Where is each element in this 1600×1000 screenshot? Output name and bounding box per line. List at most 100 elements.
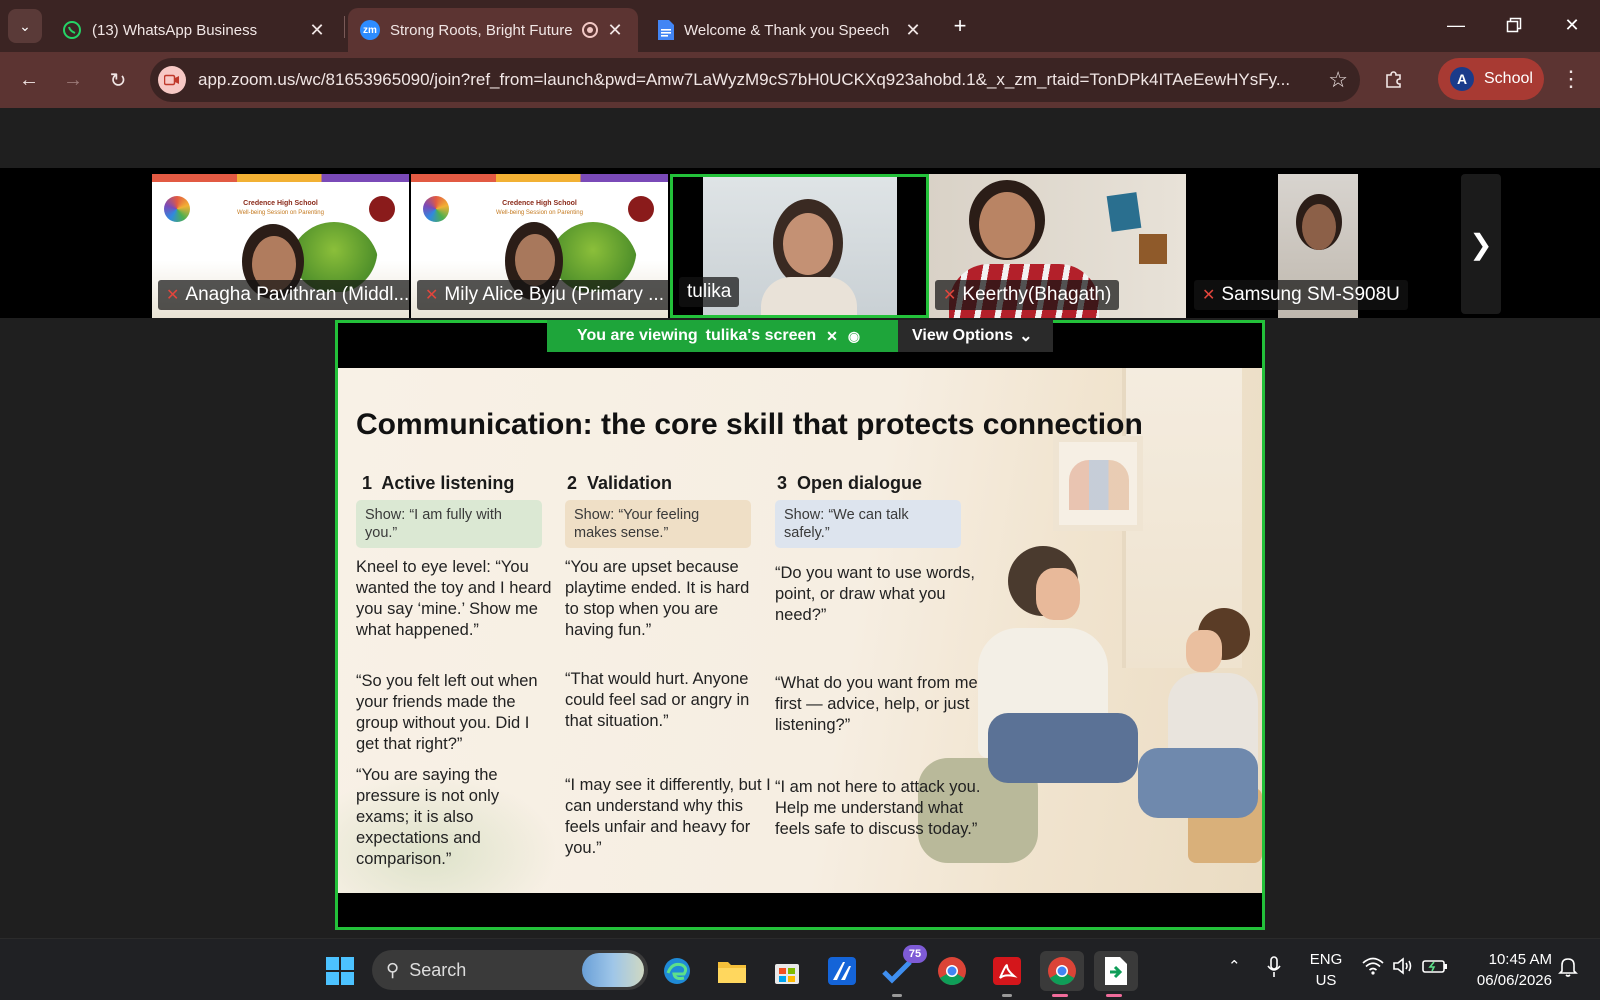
todo-app[interactable]: 75	[877, 945, 927, 997]
minimize-button[interactable]: —	[1436, 10, 1476, 40]
arrow-right-icon: →	[63, 68, 83, 91]
autodesk-app[interactable]	[822, 951, 862, 991]
system-clock[interactable]: 10:45 AM 06/06/2026	[1456, 949, 1552, 991]
reload-button[interactable]: ↻	[102, 64, 134, 96]
language-line1: ENG	[1309, 951, 1343, 968]
back-button[interactable]: ←	[13, 64, 45, 96]
tab-title: Strong Roots, Bright Future	[390, 21, 573, 39]
show-callout: Show: “We can talk safely.”	[775, 500, 961, 548]
close-icon[interactable]: ✕	[306, 20, 328, 41]
pdf-icon	[993, 957, 1021, 985]
parent-face	[1036, 568, 1080, 620]
bookmark-star-icon[interactable]: ☆	[1328, 67, 1348, 93]
participant-name-label: ✕ Samsung SM-S908U	[1194, 280, 1408, 310]
chrome-icon	[1048, 957, 1076, 985]
example-quote: “I am not here to attack you. Help me un…	[775, 778, 981, 838]
close-window-button[interactable]: ✕	[1552, 10, 1592, 40]
search-highlight-image	[582, 953, 644, 987]
viewing-prefix: You are viewing	[577, 327, 698, 344]
mic-muted-icon: ✕	[166, 287, 180, 304]
acrobat-app[interactable]	[987, 951, 1027, 997]
plus-icon: +	[953, 13, 967, 38]
participant-name: tulika	[687, 281, 732, 302]
column-title: Open dialogue	[797, 473, 923, 493]
participant-name: Keerthy(Bhagath)	[962, 284, 1112, 305]
chrome-app[interactable]	[932, 951, 972, 991]
sheets-shortcut-app[interactable]	[1094, 951, 1138, 997]
column-number: 2	[567, 473, 578, 493]
restore-button[interactable]	[1494, 10, 1534, 40]
next-page-button[interactable]: ❯	[1461, 174, 1501, 314]
tab-whatsapp[interactable]: (13) WhatsApp Business ✕	[50, 8, 340, 52]
wifi-icon[interactable]	[1362, 957, 1384, 979]
example-quote: Kneel to eye level: “You wanted the toy …	[356, 558, 552, 639]
new-tab-button[interactable]: +	[946, 12, 974, 40]
camera-permission-icon[interactable]	[158, 66, 186, 94]
chevron-right-icon: ❯	[1469, 228, 1493, 260]
profile-button[interactable]: A School	[1438, 58, 1544, 100]
address-bar[interactable]: app.zoom.us/wc/81653965090/join?ref_from…	[150, 58, 1360, 102]
search-label: Search	[409, 959, 467, 980]
mic-muted-icon: ✕	[425, 287, 439, 304]
microsoft-store-app[interactable]	[767, 951, 807, 991]
wall-picture	[1139, 234, 1167, 264]
close-icon[interactable]: ✕	[604, 20, 626, 41]
thumb-subtitle: Well-being Session on Parenting	[237, 210, 324, 216]
reload-icon: ↻	[109, 69, 127, 92]
participant-face	[979, 192, 1035, 258]
view-options-label: View Options	[912, 327, 1014, 344]
more-vertical-icon: ⋮	[1560, 66, 1582, 91]
windows-icon	[326, 957, 354, 985]
chevron-down-icon: ⌄	[1019, 328, 1033, 345]
windows-taskbar: ⚲ Search 75 ⌃ ENG US 10:45 AM 06/06/2026	[0, 938, 1600, 1000]
notifications-button[interactable]	[1558, 956, 1578, 982]
tab-zoom-meeting[interactable]: zm Strong Roots, Bright Future ✕	[348, 8, 638, 52]
participant-tile[interactable]: ✕ Keerthy(Bhagath)	[929, 174, 1186, 318]
battery-icon[interactable]	[1422, 958, 1448, 978]
chevron-down-icon: ⌄	[19, 17, 31, 34]
column-number: 3	[777, 473, 788, 493]
column-heading: 3 Open dialogue	[775, 473, 975, 494]
thumb-subtitle: Well-being Session on Parenting	[496, 210, 583, 216]
tab-google-docs[interactable]: Welcome & Thank you Speech ✕	[646, 8, 936, 52]
view-options-button[interactable]: View Options ⌄	[898, 320, 1053, 352]
search-icon: ⚲	[386, 959, 400, 980]
extensions-button[interactable]	[1378, 63, 1410, 95]
microphone-icon[interactable]	[1266, 955, 1282, 983]
participant-name-label: ✕ Anagha Pavithran (Middl...	[158, 280, 409, 310]
wall-picture	[1106, 192, 1142, 232]
file-explorer-app[interactable]	[712, 951, 752, 991]
start-button[interactable]	[320, 951, 360, 991]
parent-legs	[988, 713, 1138, 783]
language-indicator[interactable]: ENG US	[1306, 949, 1346, 991]
recording-icon	[582, 22, 598, 38]
tab-search-button[interactable]: ⌄	[8, 9, 42, 43]
app-icon	[828, 957, 856, 985]
chrome-profile-app[interactable]	[1040, 951, 1084, 997]
avatar: A	[1450, 67, 1474, 91]
participant-tile[interactable]: Credence High School Well-being Session …	[411, 174, 668, 318]
participant-name: Mily Alice Byju (Primary ...	[444, 284, 664, 305]
participant-strip: Credence High School Well-being Session …	[0, 168, 1600, 318]
participant-tile[interactable]: Credence High School Well-being Session …	[152, 174, 409, 318]
participant-face	[515, 234, 555, 286]
forward-button[interactable]: →	[57, 64, 89, 96]
close-icon[interactable]: ✕	[902, 20, 924, 41]
child-face	[1186, 630, 1222, 672]
taskbar-search[interactable]: ⚲ Search	[372, 950, 648, 990]
example-quote: “What do you want from me first — advice…	[775, 674, 978, 734]
show-hidden-icons-button[interactable]: ⌃	[1228, 957, 1241, 975]
browser-menu-button[interactable]: ⋮	[1556, 64, 1586, 94]
mic-muted-icon: ✕	[943, 287, 957, 304]
edge-app[interactable]	[657, 951, 697, 991]
example-quote: “That would hurt. Anyone could feel sad …	[565, 670, 750, 730]
viewing-banner: You are viewing tulika's screen ✕ ◉	[547, 320, 898, 352]
column-heading: 2 Validation	[565, 473, 765, 494]
participant-tile-active-speaker[interactable]: tulika	[670, 174, 929, 318]
slide-band	[411, 174, 668, 182]
viewing-who: tulika's screen	[705, 327, 817, 344]
participant-tile[interactable]: ✕ Samsung SM-S908U	[1188, 174, 1450, 318]
volume-icon[interactable]	[1392, 957, 1414, 979]
clock-time: 10:45 AM	[1488, 951, 1552, 968]
browser-toolbar: ← → ↻ app.zoom.us/wc/81653965090/join?re…	[0, 52, 1600, 108]
